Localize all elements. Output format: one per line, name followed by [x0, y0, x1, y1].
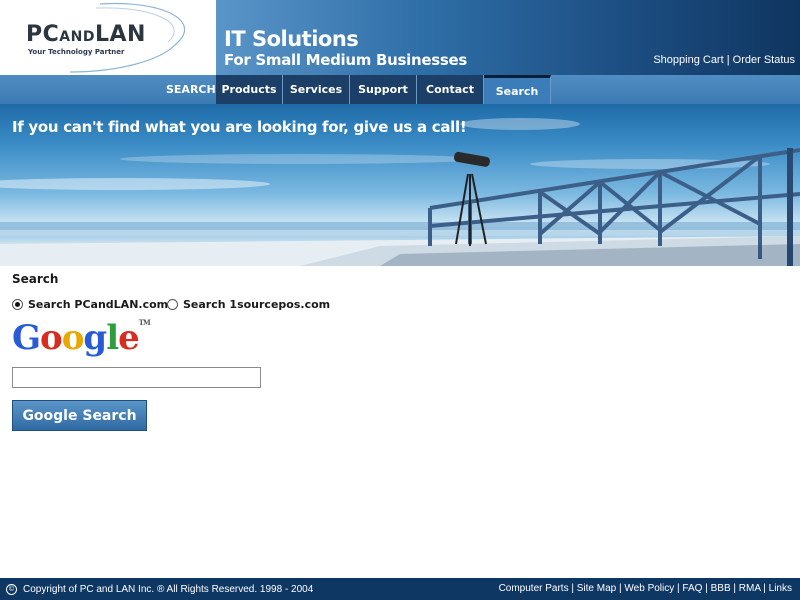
tab-products[interactable]: Products	[216, 75, 283, 104]
tab-support[interactable]: Support	[350, 75, 417, 104]
footer-copyright: © Copyright of PC and LAN Inc. ® All Rig…	[6, 584, 313, 595]
footer-link-site-map[interactable]: Site Map	[577, 583, 616, 594]
page: PCANDLAN Your Technology Partner IT Solu…	[0, 0, 800, 600]
header-banner: IT Solutions For Small Medium Businesses…	[216, 0, 800, 75]
footer: © Copyright of PC and LAN Inc. ® All Rig…	[0, 578, 800, 600]
hero-text: If you can't find what you are looking f…	[12, 118, 467, 136]
hero-banner: If you can't find what you are looking f…	[0, 104, 800, 266]
logo[interactable]: PCANDLAN Your Technology Partner	[0, 0, 216, 75]
radio-option-pcandlan[interactable]: Search PCandLAN.com	[12, 298, 168, 311]
radio-unchecked-icon[interactable]	[167, 299, 178, 310]
banner-subtitle: For Small Medium Businesses	[224, 51, 468, 69]
footer-link-computer-parts[interactable]: Computer Parts	[499, 583, 569, 594]
footer-link-rma[interactable]: RMA	[739, 583, 761, 594]
shopping-cart-link[interactable]: Shopping Cart	[653, 54, 723, 66]
footer-link-faq[interactable]: FAQ	[682, 583, 702, 594]
footer-link-bbb[interactable]: BBB	[711, 583, 731, 594]
footer-link-links[interactable]: Links	[769, 583, 792, 594]
footer-link-web-policy[interactable]: Web Policy	[624, 583, 674, 594]
radio-label: Search 1sourcepos.com	[183, 298, 331, 311]
copyright-icon: ©	[6, 584, 17, 595]
radio-label: Search PCandLAN.com	[28, 298, 169, 311]
logo-text: PCANDLAN	[26, 22, 146, 47]
logo-tagline: Your Technology Partner	[28, 48, 125, 56]
order-status-link[interactable]: Order Status	[733, 54, 795, 66]
footer-links: Computer Parts | Site Map | Web Policy |…	[498, 583, 792, 594]
search-input[interactable]	[12, 367, 261, 388]
banner-title: IT Solutions	[224, 27, 359, 51]
copyright-text: Copyright of PC and LAN Inc. ® All Right…	[23, 584, 314, 595]
tab-contact[interactable]: Contact	[417, 75, 484, 104]
google-search-button[interactable]: Google Search	[12, 400, 147, 431]
google-logo: GoogleTM	[12, 318, 151, 358]
header: PCANDLAN Your Technology Partner IT Solu…	[0, 0, 800, 75]
tab-search[interactable]: Search	[484, 75, 551, 104]
radio-option-1sourcepos[interactable]: Search 1sourcepos.com	[167, 298, 330, 311]
radio-checked-icon[interactable]	[12, 299, 23, 310]
tab-services[interactable]: Services	[283, 75, 350, 104]
nav-search-label: SEARCH	[166, 83, 216, 96]
search-heading: Search	[12, 272, 59, 286]
top-links: Shopping Cart | Order Status	[653, 54, 795, 66]
main-nav: SEARCH Products Services Support Contact…	[0, 75, 800, 104]
